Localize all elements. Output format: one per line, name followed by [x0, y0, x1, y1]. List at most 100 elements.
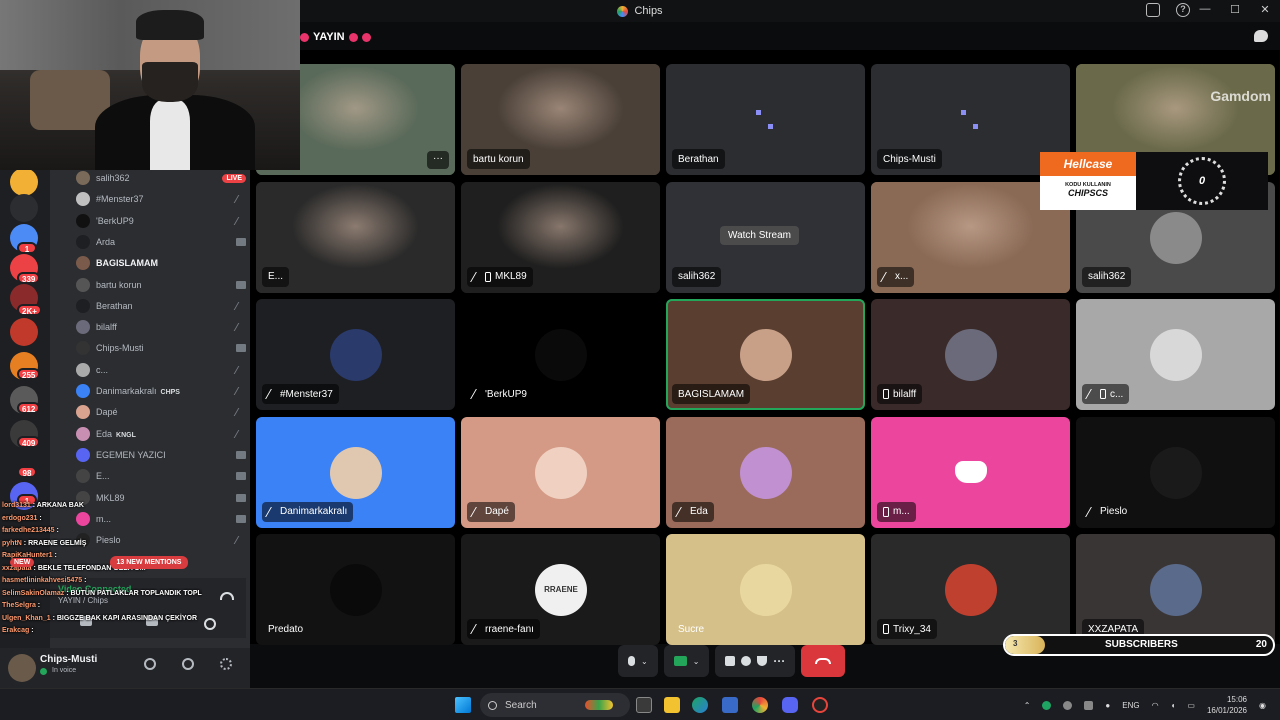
mute-toggle-button[interactable]: ⌄ — [618, 645, 658, 677]
tile-username: Dapé — [485, 506, 509, 517]
video-tile[interactable]: E... — [256, 181, 455, 293]
username[interactable]: Chips-Musti — [40, 654, 97, 665]
soundboard-icon[interactable] — [204, 618, 216, 630]
camera-icon — [236, 450, 246, 459]
more-options-icon[interactable]: ··· — [773, 654, 785, 668]
muted-icon — [675, 506, 689, 517]
avatar[interactable] — [8, 654, 36, 682]
video-tile[interactable]: #Menster37 — [256, 299, 455, 410]
video-tile[interactable]: Pieslo — [1076, 416, 1275, 528]
tray-app-icon[interactable] — [1042, 700, 1052, 710]
watch-stream-button[interactable]: Watch Stream — [720, 225, 799, 245]
inbox-icon[interactable] — [1146, 3, 1160, 17]
close-button[interactable]: ✕ — [1258, 3, 1272, 16]
voice-member[interactable]: Chips-Musti — [76, 338, 246, 358]
voice-member[interactable]: bilalff — [76, 317, 249, 337]
video-tile[interactable]: Trixy_34 — [871, 534, 1070, 645]
video-tile[interactable]: XXZAPATA — [1076, 534, 1275, 645]
channel-emoji-icon — [300, 32, 309, 42]
video-tile[interactable]: m... — [871, 416, 1070, 528]
video-tile[interactable]: MKL89 — [461, 181, 660, 293]
more-options-button[interactable]: ··· — [427, 151, 449, 169]
chrome-icon[interactable] — [752, 697, 768, 713]
camera-toggle-button[interactable]: ⌄ — [663, 645, 710, 677]
video-tile[interactable]: Berathan — [666, 64, 865, 175]
avatar — [76, 362, 90, 377]
store-icon[interactable] — [722, 697, 738, 713]
tray-app-icon[interactable] — [1084, 700, 1094, 710]
voice-member[interactable]: E... — [76, 466, 246, 486]
avatar — [76, 405, 90, 420]
voice-member[interactable]: bartu korun — [76, 275, 246, 295]
tile-username: Berathan — [678, 153, 719, 165]
voice-member[interactable]: EGEMEN YAZICI — [76, 445, 246, 465]
maximize-button[interactable]: ☐ — [1228, 3, 1242, 16]
video-tile[interactable]: Dapé — [461, 416, 660, 528]
notifications-icon[interactable]: ◉ — [1259, 701, 1266, 710]
video-tile[interactable]: Eda — [666, 416, 865, 528]
server-icon[interactable] — [10, 318, 38, 346]
video-tile[interactable]: Predato — [256, 534, 455, 645]
chevron-down-icon[interactable]: ⌄ — [693, 657, 700, 666]
voice-member[interactable]: Arda — [76, 232, 246, 252]
file-explorer-icon[interactable] — [664, 697, 680, 713]
member-name: Dapé — [96, 407, 118, 418]
microphone-icon[interactable]: ● — [1105, 701, 1110, 710]
muted-icon — [265, 506, 279, 517]
soundboard-icon[interactable] — [757, 656, 768, 666]
voice-member[interactable]: c... — [76, 360, 249, 380]
voice-member[interactable]: 'BerkUP9 — [76, 211, 249, 231]
disconnect-button[interactable] — [801, 645, 846, 677]
minimize-button[interactable]: — — [1198, 3, 1212, 16]
settings-gear-icon[interactable] — [220, 658, 232, 670]
tray-app-icon[interactable] — [1063, 700, 1073, 710]
camera-icon — [236, 514, 246, 523]
voice-member[interactable]: Eda KNGL — [76, 424, 249, 444]
video-tile[interactable]: bartu korun — [461, 64, 660, 175]
video-tile[interactable]: RRAENE rraene-fanı — [461, 534, 660, 645]
task-view-icon[interactable] — [636, 697, 652, 713]
new-mentions-pill[interactable]: 13 NEW MENTIONS — [110, 556, 188, 569]
voice-member[interactable]: BAGISLAMAM — [76, 253, 246, 273]
member-name: Arda — [96, 236, 116, 247]
avatar — [76, 426, 90, 441]
chat-message: Ulgen_Khan_1 : BIGGZE BAK KAPI ARASINDAN… — [2, 614, 197, 622]
voice-member[interactable]: #Menster37 — [76, 189, 249, 209]
camera-icon — [236, 493, 246, 502]
voice-member[interactable]: Berathan — [76, 296, 249, 316]
video-tile[interactable]: bilalff — [871, 299, 1070, 410]
video-tile[interactable]: Danimarkakralı — [256, 416, 455, 528]
microphone-icon[interactable] — [144, 658, 156, 670]
disconnect-icon[interactable] — [220, 592, 234, 600]
chevron-up-icon[interactable]: ⌃ — [1024, 701, 1031, 710]
video-tile[interactable]: Sucre — [666, 534, 865, 645]
clock[interactable]: 15:06 16/01/2026 — [1207, 694, 1247, 716]
battery-icon[interactable]: ▭ — [1187, 701, 1195, 710]
language-indicator[interactable]: ENG — [1122, 701, 1139, 710]
video-tile[interactable]: c... — [1076, 299, 1275, 410]
voice-member[interactable]: Dapé — [76, 402, 249, 422]
windows-start-icon[interactable] — [455, 697, 471, 713]
server-icon[interactable] — [10, 194, 38, 222]
server-badge: 409 — [17, 436, 41, 448]
chat-toggle-icon[interactable] — [1254, 30, 1268, 42]
voice-member[interactable]: salih362 LIVE — [76, 168, 246, 188]
tile-username: Predato — [268, 623, 304, 635]
voice-member[interactable]: Danimarkakralı CHPS — [76, 381, 249, 401]
server-icon[interactable] — [10, 168, 38, 196]
headphones-icon[interactable] — [182, 658, 194, 670]
taskbar-search[interactable]: Search — [480, 693, 630, 717]
wifi-icon[interactable]: ◠ — [1152, 701, 1159, 710]
video-tile[interactable]: BAGISLAMAM — [666, 299, 865, 410]
activities-icon[interactable] — [741, 656, 752, 666]
discord-icon[interactable] — [782, 697, 798, 713]
video-tile[interactable]: 'BerkUP9 — [461, 299, 660, 410]
edge-icon[interactable] — [692, 697, 708, 713]
chevron-down-icon[interactable]: ⌄ — [641, 657, 648, 666]
app-icon[interactable] — [812, 697, 828, 713]
screen-share-icon[interactable] — [725, 656, 736, 666]
member-tag: KNGL — [116, 431, 136, 439]
volume-icon[interactable]: ◖ — [1171, 701, 1176, 710]
help-icon[interactable]: ? — [1176, 3, 1190, 17]
video-tile[interactable]: Watch Stream salih362 — [666, 181, 865, 293]
